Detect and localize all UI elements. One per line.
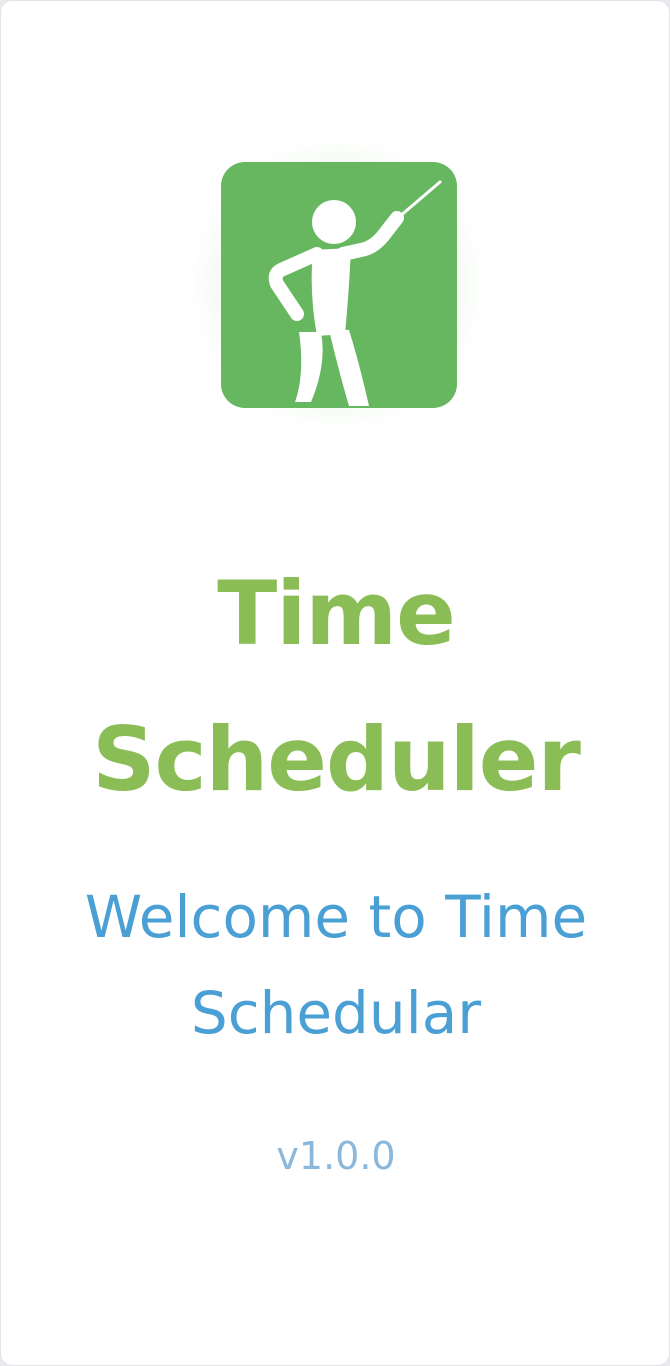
splash-screen: Time Scheduler Welcome to Time Schedular… (0, 0, 670, 1366)
version-label: v1.0.0 (276, 1134, 396, 1178)
welcome-message: Welcome to Time Schedular (84, 883, 588, 1047)
teacher-with-pointer-icon (221, 162, 457, 408)
app-title-line1: Time (217, 562, 456, 665)
app-title-line2: Scheduler (92, 708, 581, 811)
app-title: Time Scheduler (1, 541, 669, 833)
